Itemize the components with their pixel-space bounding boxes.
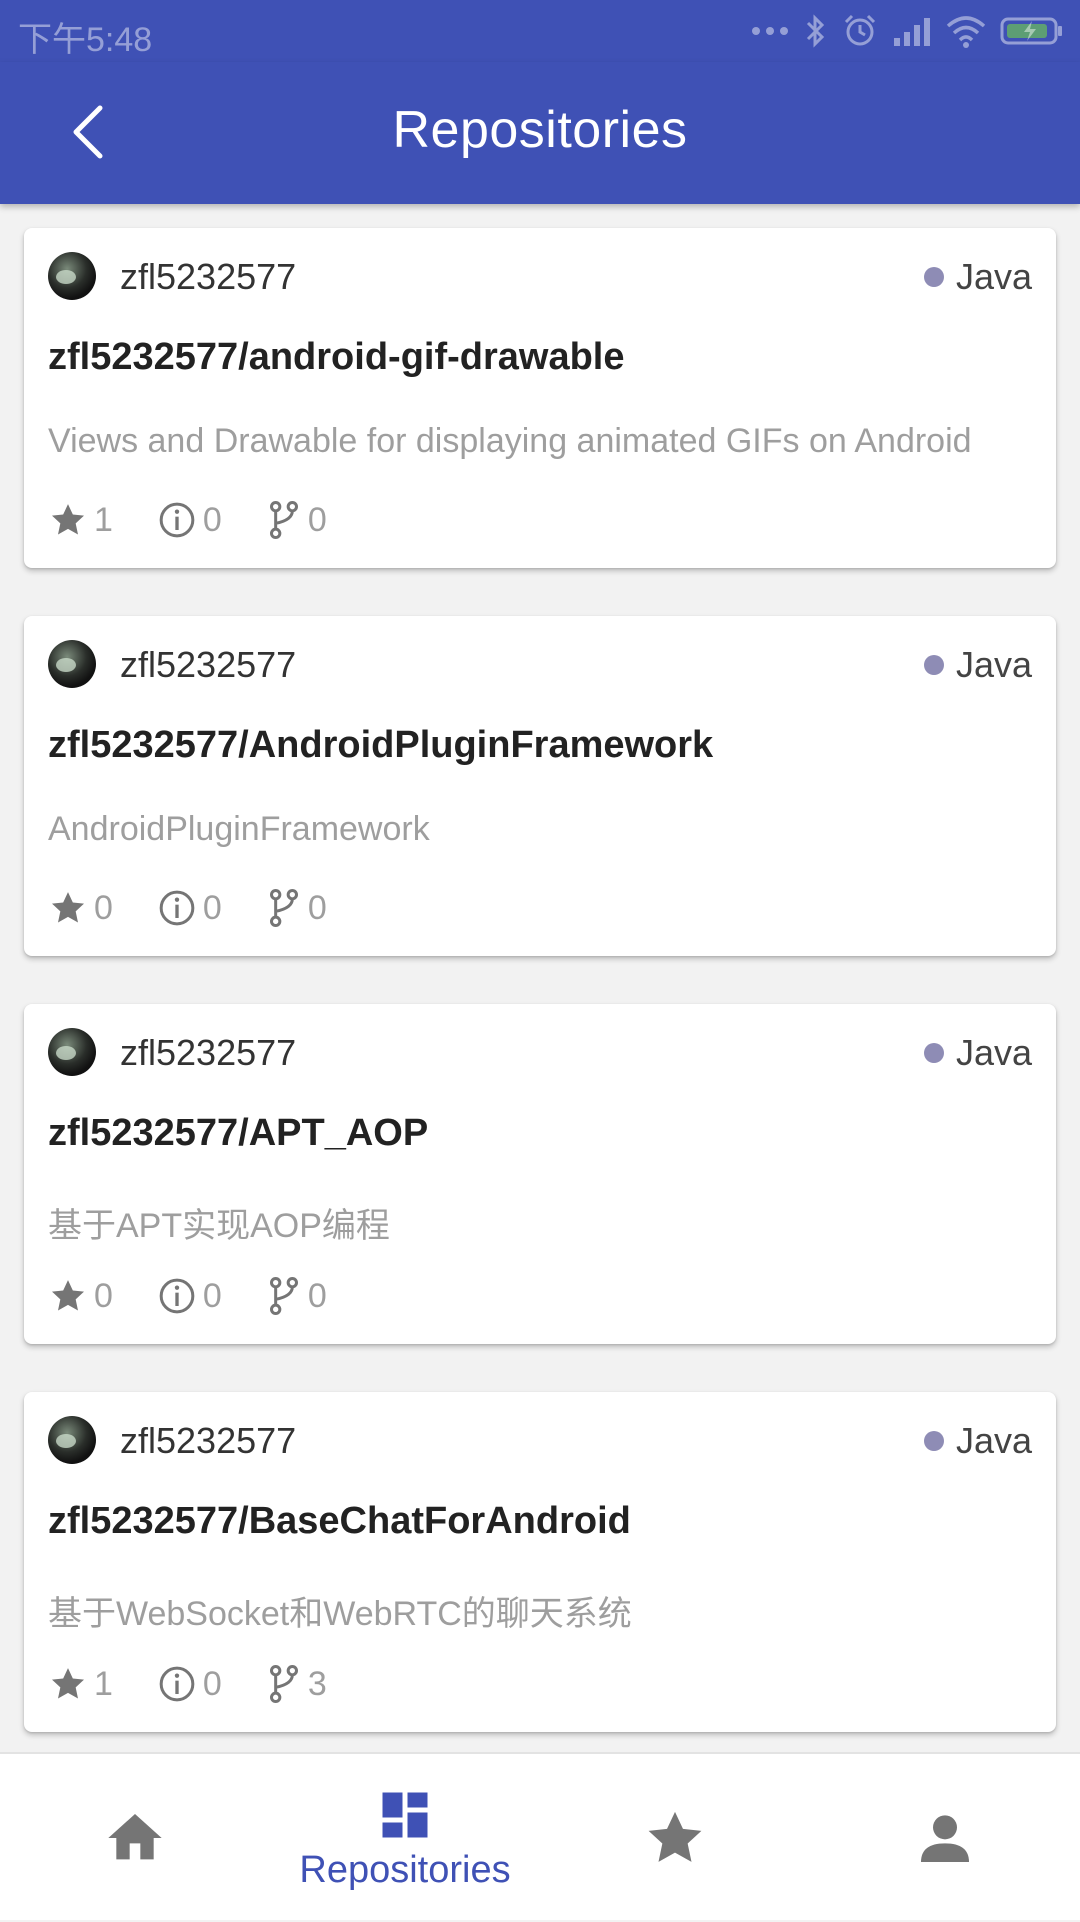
forks-stat: 0 xyxy=(266,1276,327,1316)
nav-profile[interactable] xyxy=(810,1754,1080,1922)
battery-charging-icon xyxy=(1000,17,1062,45)
fork-icon xyxy=(269,1277,298,1315)
star-icon xyxy=(52,892,84,923)
owner-avatar[interactable] xyxy=(48,252,96,300)
issues-stat: 0 xyxy=(157,1664,222,1704)
language-text: Java xyxy=(955,1420,1032,1461)
stars-stat: 1 xyxy=(48,1664,113,1704)
repo-name: zfl5232577/AndroidPluginFramework xyxy=(48,724,714,766)
issues-count: 0 xyxy=(202,500,222,539)
nav-repositories-label: Repositories xyxy=(299,1848,511,1891)
fork-icon xyxy=(269,889,298,927)
nav-repositories[interactable]: Repositories xyxy=(270,1754,540,1922)
forks-count: 0 xyxy=(307,500,327,539)
app-bar: Repositories xyxy=(0,62,1080,204)
stars-stat: 0 xyxy=(48,1276,113,1316)
owner-name[interactable]: zfl5232577 xyxy=(120,1420,296,1462)
issues-stat: 0 xyxy=(157,888,222,928)
status-icons xyxy=(750,10,1064,52)
language-color-dot xyxy=(923,1431,944,1451)
repo-card[interactable]: zfl5232577 Java zfl5232577/android-gif-d… xyxy=(24,228,1056,568)
repo-stats: 1 0 3 xyxy=(48,1662,371,1706)
forks-stat: 3 xyxy=(266,1664,327,1704)
issues-stat: 0 xyxy=(157,500,222,540)
owner-name[interactable]: zfl5232577 xyxy=(120,256,296,298)
star-icon xyxy=(648,1811,702,1862)
issues-count: 0 xyxy=(202,888,222,927)
owner-avatar[interactable] xyxy=(48,1028,96,1076)
info-icon xyxy=(159,1278,195,1314)
owner-avatar[interactable] xyxy=(48,640,96,688)
repo-description: Views and Drawable for displaying animat… xyxy=(48,422,972,460)
bottom-navigation: Repositories xyxy=(0,1752,1080,1920)
language-color-dot xyxy=(923,655,944,675)
repository-list[interactable]: zfl5232577 Java zfl5232577/android-gif-d… xyxy=(0,204,1080,1752)
repo-stats: 1 0 0 xyxy=(48,498,371,542)
repo-description: 基于APT实现AOP编程 xyxy=(48,1207,390,1245)
star-icon xyxy=(52,1668,84,1699)
repo-card[interactable]: zfl5232577 Java zfl5232577/AndroidPlugin… xyxy=(24,616,1056,956)
language-label: Java xyxy=(923,644,1032,686)
issues-stat: 0 xyxy=(157,1276,222,1316)
stars-stat: 1 xyxy=(48,500,113,540)
stars-count: 0 xyxy=(94,888,113,927)
forks-count: 0 xyxy=(307,888,327,927)
star-icon xyxy=(52,1280,84,1311)
info-icon xyxy=(159,890,195,926)
star-icon xyxy=(52,504,84,535)
repo-card[interactable]: zfl5232577 Java zfl5232577/BaseChatForAn… xyxy=(24,1392,1056,1732)
info-icon xyxy=(159,1666,195,1702)
language-label: Java xyxy=(923,256,1032,298)
page-title: Repositories xyxy=(392,101,688,159)
more-dots-icon xyxy=(752,27,788,35)
language-color-dot xyxy=(923,1043,944,1063)
fork-icon xyxy=(269,1665,298,1703)
alarm-icon xyxy=(844,14,876,46)
repo-stats: 0 0 0 xyxy=(48,1274,371,1318)
repo-stats: 0 0 0 xyxy=(48,886,371,930)
language-text: Java xyxy=(955,1032,1032,1073)
language-text: Java xyxy=(955,256,1032,297)
forks-count: 0 xyxy=(307,1276,327,1315)
fork-icon xyxy=(269,501,298,539)
issues-count: 0 xyxy=(202,1276,222,1315)
stars-count: 0 xyxy=(94,1276,113,1315)
stars-stat: 0 xyxy=(48,888,113,928)
repo-name: zfl5232577/BaseChatForAndroid xyxy=(48,1500,631,1542)
repo-description: AndroidPluginFramework xyxy=(48,810,430,848)
home-icon xyxy=(108,1814,162,1860)
stars-count: 1 xyxy=(94,500,113,539)
language-label: Java xyxy=(923,1032,1032,1074)
dashboard-icon xyxy=(382,1792,428,1837)
owner-name[interactable]: zfl5232577 xyxy=(120,1032,296,1074)
status-bar: 下午5:48 xyxy=(0,0,1080,62)
nav-home[interactable] xyxy=(0,1754,270,1922)
forks-stat: 0 xyxy=(266,888,327,928)
language-color-dot xyxy=(923,267,944,287)
nav-starred[interactable] xyxy=(540,1754,810,1922)
repo-name: zfl5232577/APT_AOP xyxy=(48,1112,429,1154)
status-time: 下午5:48 xyxy=(18,21,153,59)
person-icon xyxy=(921,1815,969,1862)
stars-count: 1 xyxy=(94,1664,113,1703)
bluetooth-icon xyxy=(806,14,825,48)
repo-name: zfl5232577/android-gif-drawable xyxy=(48,336,625,378)
issues-count: 0 xyxy=(202,1664,222,1703)
owner-name[interactable]: zfl5232577 xyxy=(120,644,296,686)
language-label: Java xyxy=(923,1420,1032,1462)
signal-icon xyxy=(894,18,930,46)
repo-card[interactable]: zfl5232577 Java zfl5232577/APT_AOP 基于APT… xyxy=(24,1004,1056,1344)
forks-stat: 0 xyxy=(266,500,327,540)
info-icon xyxy=(159,502,195,538)
forks-count: 3 xyxy=(307,1664,327,1703)
language-text: Java xyxy=(955,644,1032,685)
wifi-icon xyxy=(946,16,986,48)
owner-avatar[interactable] xyxy=(48,1416,96,1464)
repo-description: 基于WebSocket和WebRTC的聊天系统 xyxy=(48,1595,632,1633)
